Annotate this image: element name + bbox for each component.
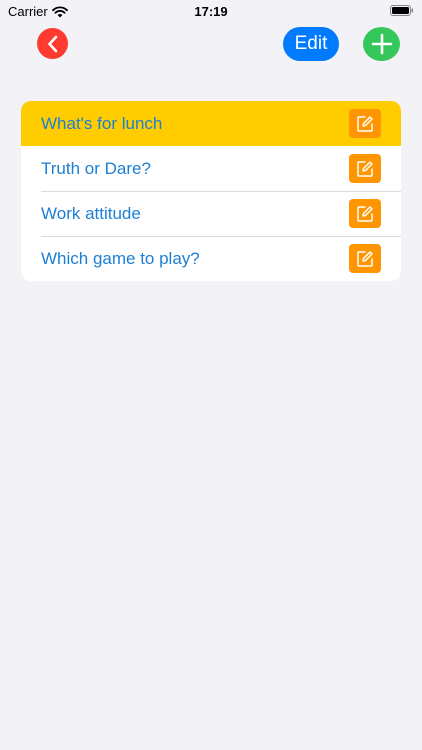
- list-item[interactable]: Work attitude: [21, 191, 401, 236]
- square-pencil-icon: [357, 115, 373, 132]
- status-bar: Carrier 17:19: [0, 0, 422, 22]
- list-item-label: Work attitude: [41, 203, 141, 223]
- square-pencil-icon: [357, 160, 373, 177]
- row-edit-button[interactable]: [349, 199, 381, 228]
- back-button[interactable]: [37, 28, 68, 59]
- edit-button[interactable]: Edit: [283, 27, 339, 61]
- list-item[interactable]: Which game to play?: [21, 236, 401, 281]
- row-edit-button[interactable]: [349, 109, 381, 138]
- row-edit-button[interactable]: [349, 154, 381, 183]
- question-list: What's for lunch Truth or Dare? Work att…: [21, 101, 401, 281]
- nav-bar: Edit: [0, 26, 422, 62]
- list-item[interactable]: Truth or Dare?: [21, 146, 401, 191]
- list-item-label: Which game to play?: [41, 248, 200, 268]
- list-item[interactable]: What's for lunch: [21, 101, 401, 146]
- plus-icon: [371, 33, 392, 55]
- status-time: 17:19: [194, 4, 228, 19]
- add-button[interactable]: [363, 27, 400, 61]
- square-pencil-icon: [357, 205, 373, 222]
- square-pencil-icon: [357, 250, 373, 267]
- battery-icon: [390, 5, 414, 16]
- chevron-left-icon: [47, 35, 57, 52]
- row-edit-button[interactable]: [349, 244, 381, 273]
- list-item-label: What's for lunch: [41, 113, 163, 133]
- list-item-label: Truth or Dare?: [41, 158, 151, 178]
